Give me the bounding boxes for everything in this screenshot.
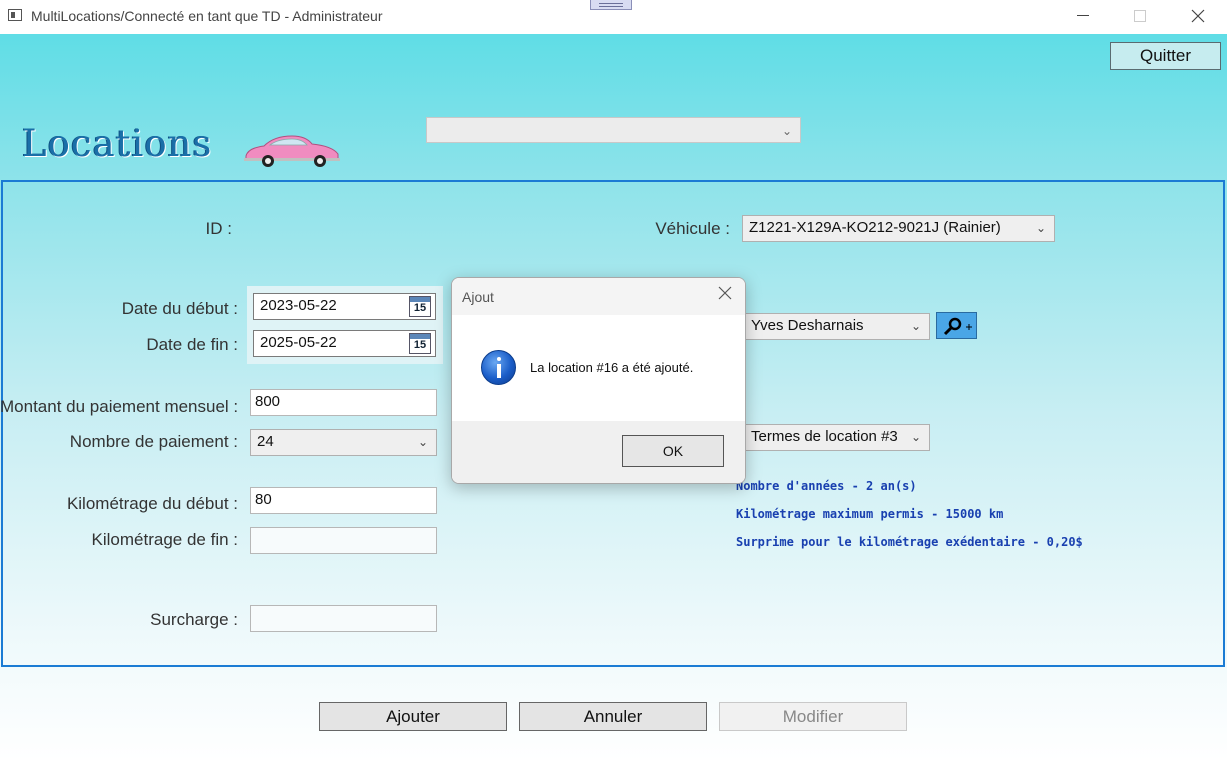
payment-count-label: Nombre de paiement : — [69, 432, 238, 451]
payment-count-combo[interactable]: 24 ⌄ — [250, 429, 437, 456]
calendar-icon[interactable]: 15 — [409, 333, 431, 354]
dialog-footer: OK — [452, 421, 745, 483]
app-window-icon — [8, 9, 22, 21]
dialog-close-button[interactable] — [717, 285, 733, 306]
maximize-button — [1117, 0, 1163, 32]
terms-detail-years: Nombre d'années - 2 an(s) — [736, 479, 917, 493]
chevron-down-icon: ⌄ — [910, 430, 921, 444]
km-start-input[interactable]: 80 — [250, 487, 437, 514]
chevron-down-icon: ⌄ — [910, 319, 921, 333]
monthly-payment-input[interactable]: 800 — [250, 389, 437, 416]
client-combo[interactable]: Yves Desharnais ⌄ — [744, 313, 930, 340]
end-date-picker[interactable]: 2025-05-22 15 — [253, 330, 436, 357]
dialog-header: Ajout — [452, 278, 745, 315]
id-label: ID : — [205, 219, 232, 238]
km-start-label: Kilométrage du début : — [66, 494, 238, 513]
chevron-down-icon: ⌄ — [417, 435, 428, 449]
vehicle-value: Z1221-X129A-KO212-9021J (Rainier) — [749, 219, 1001, 236]
add-button[interactable]: Ajouter — [319, 702, 507, 731]
calendar-icon[interactable]: 15 — [409, 296, 431, 317]
start-date-value: 2023-05-22 — [260, 297, 337, 314]
date-group: 2023-05-22 15 2025-05-22 15 — [247, 286, 443, 364]
search-add-icon — [943, 317, 972, 336]
terms-combo[interactable]: Termes de location #3 ⌄ — [744, 424, 930, 451]
drag-handle[interactable] — [590, 0, 632, 10]
terms-detail-surcharge: Surprime pour le kilométrage exédentaire… — [736, 535, 1083, 549]
location-selector-combo[interactable]: ⌄ — [426, 117, 801, 143]
payment-count-value: 24 — [257, 433, 274, 450]
cancel-button[interactable]: Annuler — [519, 702, 707, 731]
client-value: Yves Desharnais — [751, 317, 864, 334]
chevron-down-icon: ⌄ — [781, 124, 792, 138]
minimize-button[interactable] — [1059, 0, 1105, 32]
start-date-picker[interactable]: 2023-05-22 15 — [253, 293, 436, 320]
chevron-down-icon: ⌄ — [1035, 221, 1046, 235]
end-date-value: 2025-05-22 — [260, 334, 337, 351]
modify-button: Modifier — [719, 702, 907, 731]
search-add-client-button[interactable] — [936, 312, 977, 339]
page-title: Locations — [22, 122, 213, 165]
terms-detail-max-km: Kilométrage maximum permis - 15000 km — [736, 507, 1004, 521]
information-icon — [481, 350, 516, 385]
title-bar: MultiLocations/Connecté en tant que TD -… — [0, 0, 1227, 34]
surcharge-label: Surcharge : — [150, 610, 238, 629]
confirmation-dialog: Ajout La location #16 a été ajouté. OK — [451, 277, 746, 484]
vehicle-label: Véhicule : — [655, 219, 730, 238]
start-date-label: Date du début : — [121, 299, 238, 318]
minimize-icon — [1077, 15, 1089, 16]
dialog-body: La location #16 a été ajouté. — [452, 315, 745, 421]
vehicle-combo[interactable]: Z1221-X129A-KO212-9021J (Rainier) ⌄ — [742, 215, 1055, 242]
close-icon — [718, 286, 732, 300]
terms-value: Termes de location #3 — [751, 428, 898, 445]
km-end-input[interactable] — [250, 527, 437, 554]
dialog-title: Ajout — [462, 289, 494, 305]
ok-button[interactable]: OK — [622, 435, 724, 467]
quit-button[interactable]: Quitter — [1110, 42, 1221, 70]
monthly-payment-label: Montant du paiement mensuel : — [0, 397, 239, 416]
close-window-button[interactable] — [1175, 0, 1221, 32]
close-icon — [1191, 9, 1205, 23]
end-date-label: Date de fin : — [146, 335, 238, 354]
maximize-icon — [1134, 10, 1146, 22]
km-end-label: Kilométrage de fin : — [91, 530, 238, 549]
window-title: MultiLocations/Connecté en tant que TD -… — [31, 8, 383, 24]
pink-car-icon — [244, 135, 340, 167]
dialog-message: La location #16 a été ajouté. — [530, 360, 694, 375]
surcharge-input[interactable] — [250, 605, 437, 632]
